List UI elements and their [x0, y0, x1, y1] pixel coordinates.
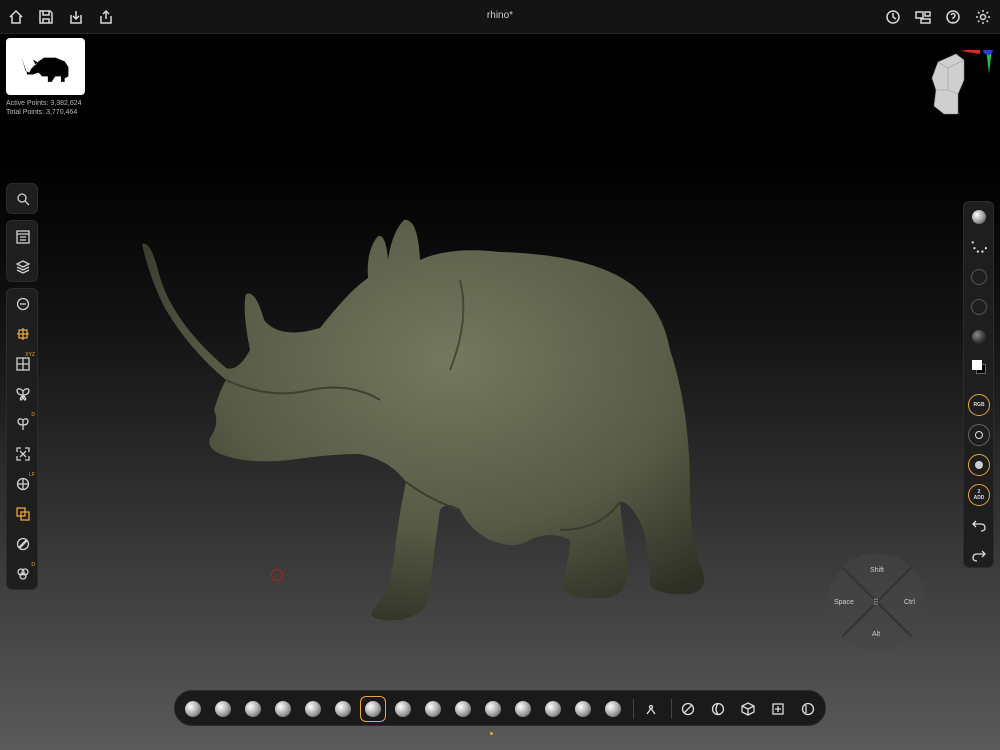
page-dot-active[interactable] [490, 732, 493, 735]
matcap-sphere-icon [972, 330, 986, 344]
rgb-ring-icon: RGB [968, 394, 990, 416]
document-panel [6, 220, 38, 282]
stroke-icon[interactable] [964, 232, 994, 262]
rhino-model[interactable] [130, 210, 730, 630]
brush-damstandard-selected[interactable] [360, 696, 386, 722]
brush-cursor-icon [271, 569, 283, 581]
history-icon[interactable] [883, 7, 903, 27]
layout-icon[interactable] [913, 7, 933, 27]
document-title: rhino* [486, 10, 514, 21]
rgb-label: RGB [973, 402, 985, 408]
active-points: Active Points: 3,382,624 [6, 100, 82, 107]
brush-polish[interactable] [391, 697, 415, 721]
brush-preview[interactable] [964, 202, 994, 232]
draw-size-ring-icon [968, 424, 990, 446]
brush-blob[interactable] [451, 697, 475, 721]
brush-trimdynamic[interactable] [541, 697, 565, 721]
left-tool-panel: XYZ D LF D [6, 288, 38, 590]
material-icon[interactable] [7, 529, 39, 559]
space-key[interactable]: Space [834, 599, 854, 606]
layers-icon[interactable] [7, 252, 39, 282]
modifier-pad: Shift Space Ctrl Alt ⠿ [828, 553, 926, 651]
gizmo-transform-icon[interactable] [7, 319, 39, 349]
add-ring-icon: 2 ADD [968, 484, 990, 506]
brush-move[interactable] [301, 697, 325, 721]
undo-icon[interactable] [964, 510, 994, 540]
zadd-toggle[interactable]: 2 ADD [964, 480, 994, 510]
brush-inflate[interactable] [241, 697, 265, 721]
brush-pinch[interactable] [331, 697, 355, 721]
total-points: Total Points: 3,770,464 [6, 109, 78, 116]
brush-chisel[interactable] [571, 697, 595, 721]
draw-size-dial[interactable] [964, 420, 994, 450]
select-icon[interactable] [709, 700, 727, 718]
brush-claybuildup[interactable] [211, 697, 235, 721]
rgb-toggle[interactable]: RGB [964, 390, 994, 420]
intensity-ring-icon [968, 454, 990, 476]
rhino-silhouette-icon [21, 57, 68, 82]
frame-icon[interactable] [769, 700, 787, 718]
toggle-visibility-icon[interactable] [799, 700, 817, 718]
brush-smooth[interactable] [271, 697, 295, 721]
settings-icon[interactable] [973, 7, 993, 27]
page-dot[interactable] [506, 732, 509, 735]
menu-list-icon[interactable] [7, 222, 39, 252]
color-swatch-icon [972, 360, 986, 374]
search-panel [6, 183, 38, 214]
document-thumbnail[interactable] [6, 38, 85, 95]
redo-icon[interactable] [964, 540, 994, 570]
lf-badge: LF [29, 472, 35, 478]
xyz-badge: XYZ [25, 352, 35, 358]
alt-key[interactable]: Alt [872, 631, 880, 638]
shift-key[interactable]: Shift [870, 567, 884, 574]
point-stats: Active Points: 3,382,624 Total Points: 3… [6, 99, 82, 117]
brush-planar[interactable] [511, 697, 535, 721]
brush-bar-divider [671, 699, 672, 719]
mask-icon[interactable] [679, 700, 697, 718]
page-dot[interactable] [498, 732, 501, 735]
color-swatch[interactable] [964, 352, 994, 382]
transpose-icon[interactable] [642, 700, 660, 718]
brush-bar [174, 690, 826, 726]
navigation-gizmo[interactable] [928, 38, 998, 122]
intensity-dial[interactable] [964, 450, 994, 480]
ctrl-key[interactable]: Ctrl [904, 599, 915, 606]
matcap-icon[interactable] [964, 322, 994, 352]
symmetry-grid-icon[interactable]: XYZ [7, 349, 39, 379]
polypaint-icon[interactable]: D [7, 559, 39, 589]
d-badge: D [31, 412, 35, 418]
brush-flatten[interactable] [421, 697, 445, 721]
brush-bar-divider [633, 699, 634, 719]
perspective-icon[interactable]: LF [7, 469, 39, 499]
butterfly-symmetry-icon[interactable] [7, 379, 39, 409]
d2-badge: D [31, 562, 35, 568]
cube-icon[interactable] [739, 700, 757, 718]
add-label: ADD [973, 495, 985, 501]
brush-sphere-icon [972, 210, 986, 224]
alpha-disabled-icon[interactable] [964, 262, 994, 292]
dynamesh-icon[interactable] [7, 289, 39, 319]
brush-snakehook[interactable] [481, 697, 505, 721]
search-icon[interactable] [7, 184, 39, 214]
radial-symmetry-icon[interactable]: D [7, 409, 39, 439]
transparency-icon[interactable] [7, 499, 39, 529]
brush-curve[interactable] [601, 697, 625, 721]
top-bar: rhino* [0, 0, 1000, 34]
drag-handle-icon[interactable]: ⠿ [873, 598, 879, 607]
frame-fit-icon[interactable] [7, 439, 39, 469]
right-tool-panel: RGB 2 ADD [963, 201, 994, 568]
help-icon[interactable] [943, 7, 963, 27]
texture-disabled-icon[interactable] [964, 292, 994, 322]
brush-standard[interactable] [181, 697, 205, 721]
